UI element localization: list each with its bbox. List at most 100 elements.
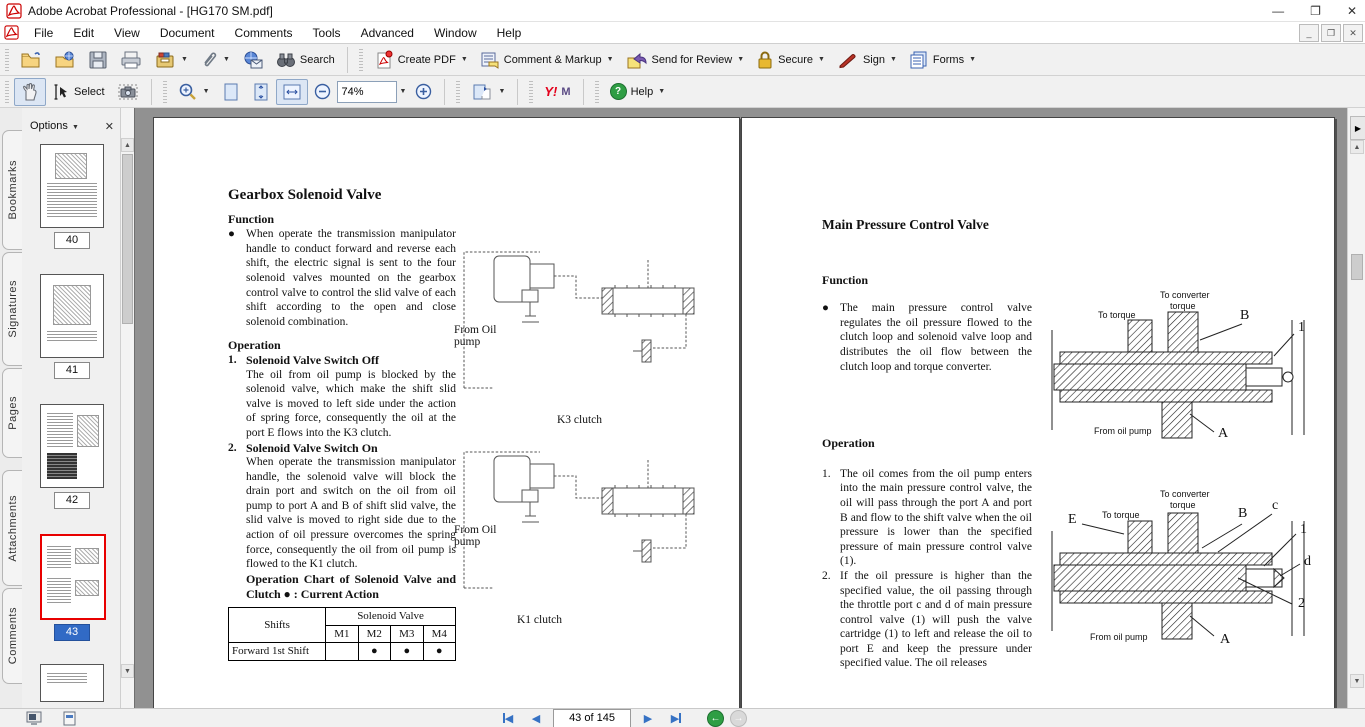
toolbar-separator <box>347 47 348 73</box>
printer-icon <box>120 50 142 70</box>
options-menu-button[interactable]: Options ▼ <box>30 120 79 132</box>
doc-restore-button[interactable]: ❐ <box>1321 24 1341 42</box>
thumbnail-41[interactable]: 41 <box>40 274 104 379</box>
reading-mode-icon[interactable] <box>26 711 44 726</box>
toolbar-grip[interactable] <box>359 49 363 71</box>
panel-toggle-icon[interactable]: ▶ <box>1350 116 1365 140</box>
operation-item2: If the oil pressure is higher than the s… <box>840 569 1032 671</box>
doc-close-button[interactable]: ✕ <box>1343 24 1363 42</box>
toolbar-grip[interactable] <box>456 81 460 103</box>
menu-tools[interactable]: Tools <box>304 23 350 43</box>
search-button[interactable]: Search <box>270 47 341 73</box>
print-button[interactable] <box>114 46 148 74</box>
open-web-button[interactable] <box>48 46 82 74</box>
attach-button[interactable]: ▼ <box>194 46 236 74</box>
dropdown-caret: ▼ <box>969 56 976 63</box>
scroll-down-icon[interactable]: ▼ <box>1350 674 1364 688</box>
panel-scrollbar[interactable]: ▲ ▼ <box>120 108 134 708</box>
last-page-button[interactable]: ▶ <box>665 710 687 726</box>
save-button[interactable] <box>82 46 114 74</box>
solenoid-operation-table: Shifts Solenoid Valve M1M2M3M4 Forward 1… <box>228 607 456 661</box>
select-tool-button[interactable]: Select <box>46 79 111 105</box>
menu-comments[interactable]: Comments <box>226 23 302 43</box>
open-button[interactable] <box>14 46 48 74</box>
actual-size-button[interactable] <box>216 78 246 106</box>
page-thumbnail-selected[interactable] <box>40 534 106 620</box>
toolbar-grip[interactable] <box>5 81 9 103</box>
thumbnail-page-number[interactable]: 40 <box>54 232 90 249</box>
sign-button[interactable]: Sign▼ <box>831 47 903 73</box>
hand-tool-button[interactable] <box>14 78 46 106</box>
thumbnail-page-number[interactable]: 42 <box>54 492 90 509</box>
scroll-up-icon[interactable]: ▲ <box>1350 140 1364 154</box>
page-thumbnail[interactable] <box>40 144 104 228</box>
thumbnail-next-partial[interactable] <box>40 664 104 702</box>
tab-attachments[interactable]: Attachments <box>2 470 23 586</box>
scroll-down-icon[interactable]: ▼ <box>121 664 134 678</box>
forms-button[interactable]: Forms▼ <box>903 46 982 74</box>
scroll-up-icon[interactable]: ▲ <box>121 138 134 152</box>
toolbar-grip[interactable] <box>5 49 9 71</box>
first-page-button[interactable]: ◀ <box>497 710 519 726</box>
label-port-a: A <box>1220 632 1230 648</box>
yahoo-messenger-button[interactable]: Y!M <box>538 80 576 103</box>
toolbar-grip[interactable] <box>529 81 533 103</box>
label-torque: torque <box>1170 500 1196 510</box>
restore-button[interactable]: ❐ <box>1310 4 1321 18</box>
page-number-input[interactable] <box>553 709 631 727</box>
menu-advanced[interactable]: Advanced <box>352 23 423 43</box>
close-button[interactable]: ✕ <box>1347 4 1357 18</box>
secure-button[interactable]: Secure▼ <box>750 46 831 74</box>
minimize-button[interactable]: — <box>1272 4 1284 18</box>
acrobat-window: Adobe Acrobat Professional - [HG170 SM.p… <box>0 0 1365 727</box>
thumbnail-page-number-selected[interactable]: 43 <box>54 624 90 641</box>
tab-bookmarks[interactable]: Bookmarks <box>2 130 23 250</box>
panel-close-button[interactable]: ✕ <box>105 120 114 133</box>
thumbnail-43[interactable]: 43 <box>40 534 104 641</box>
menu-edit[interactable]: Edit <box>64 23 103 43</box>
doc-minimize-button[interactable]: _ <box>1299 24 1319 42</box>
send-for-review-button[interactable]: Send for Review▼ <box>620 46 751 74</box>
tab-comments[interactable]: Comments <box>2 588 23 684</box>
fit-page-button[interactable] <box>246 78 276 106</box>
tab-signatures[interactable]: Signatures <box>2 252 23 366</box>
thumbnail-42[interactable]: 42 <box>40 404 104 509</box>
zoom-tool-button[interactable]: ▼ <box>172 78 216 106</box>
next-view-button[interactable]: → <box>730 710 747 727</box>
figure-label-k1-clutch: K1 clutch <box>517 614 562 626</box>
document-canvas[interactable]: Gearbox Solenoid Valve Function ● When o… <box>134 108 1348 708</box>
vertical-scrollbar[interactable]: ▶ ▲ ▼ <box>1347 108 1365 708</box>
zoom-level-input[interactable] <box>337 81 397 103</box>
zoom-dropdown-caret[interactable]: ▼ <box>400 88 407 95</box>
zoom-in-button[interactable] <box>409 79 438 104</box>
thumbnail-page-number[interactable]: 41 <box>54 362 90 379</box>
comment-markup-button[interactable]: Comment & Markup▼ <box>474 46 620 74</box>
page-thumbnail[interactable] <box>40 404 104 488</box>
toolbar-grip[interactable] <box>163 81 167 103</box>
toolbar-grip[interactable] <box>595 81 599 103</box>
fit-width-button[interactable] <box>276 79 308 105</box>
snapshot-tool-button[interactable] <box>111 79 145 105</box>
page-layout-button[interactable]: ▼ <box>465 78 511 106</box>
zoom-out-button[interactable] <box>308 79 337 104</box>
create-pdf-button[interactable]: Create PDF▼ <box>368 46 474 74</box>
page-thumbnail[interactable] <box>40 664 104 702</box>
document-window-controls: _ ❐ ✕ <box>1299 24 1363 42</box>
menu-view[interactable]: View <box>105 23 149 43</box>
page-thumbnail[interactable] <box>40 274 104 358</box>
menu-file[interactable]: File <box>25 23 62 43</box>
scrollbar-thumb[interactable] <box>1351 254 1363 280</box>
label-port-e: E <box>1068 512 1077 528</box>
next-page-button[interactable]: ▶ <box>637 710 659 726</box>
organizer-button[interactable]: ▼ <box>148 46 194 74</box>
menu-document[interactable]: Document <box>151 23 224 43</box>
menu-help[interactable]: Help <box>488 23 531 43</box>
menu-window[interactable]: Window <box>425 23 486 43</box>
page-view-mode-icon[interactable] <box>62 711 77 726</box>
email-button[interactable] <box>236 46 270 74</box>
previous-view-button[interactable]: ← <box>707 710 724 727</box>
tab-pages[interactable]: Pages <box>2 368 23 458</box>
previous-page-button[interactable]: ◀ <box>525 710 547 726</box>
help-button[interactable]: ?Help▼ <box>604 79 672 104</box>
thumbnail-40[interactable]: 40 <box>40 144 104 249</box>
